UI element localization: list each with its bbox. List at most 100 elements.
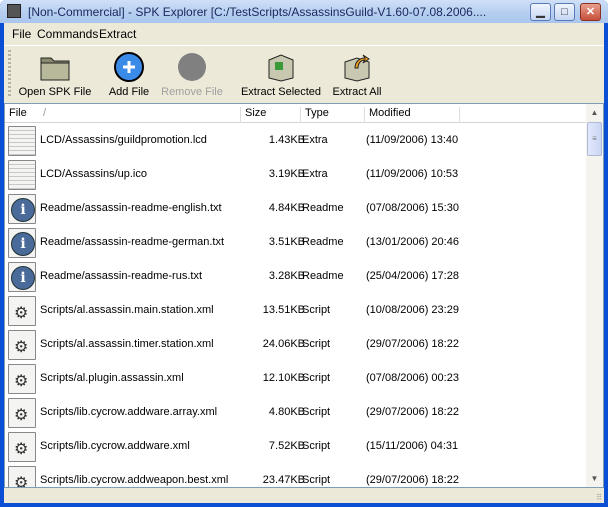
menu-file[interactable]: File	[12, 27, 31, 41]
readme-file-icon	[8, 194, 36, 224]
file-size: 4.84KB	[268, 202, 305, 214]
toolbar-grip[interactable]	[8, 50, 11, 98]
file-size: 3.51KB	[268, 236, 305, 248]
extract-all-button[interactable]: Extract All	[328, 46, 386, 102]
menu-extract[interactable]: Extract	[99, 27, 136, 41]
file-modified: (29/07/2006) 18:22	[366, 406, 459, 418]
file-name: Scripts/al.plugin.assassin.xml	[40, 372, 184, 384]
file-modified: (07/08/2006) 00:23	[366, 372, 459, 384]
column-file-label: File	[9, 107, 27, 119]
file-row[interactable]: Readme/assassin-readme-english.txt 4.84K…	[5, 192, 587, 226]
column-modified[interactable]: Modified	[365, 107, 460, 123]
file-type: Script	[302, 372, 331, 384]
file-name: Readme/assassin-readme-english.txt	[40, 202, 222, 214]
client-area: File Commands Extract Open SPK File Add …	[4, 23, 604, 503]
app-icon	[7, 4, 21, 18]
file-name: LCD/Assassins/up.ico	[40, 168, 147, 180]
file-size: 4.80KB	[268, 406, 305, 418]
file-row[interactable]: Scripts/al.assassin.main.station.xml 13.…	[5, 294, 587, 328]
file-row[interactable]: Scripts/lib.cycrow.addware.xml 7.52KB Sc…	[5, 430, 587, 464]
file-name: Readme/assassin-readme-rus.txt	[40, 270, 203, 282]
file-name: LCD/Assassins/guildpromotion.lcd	[40, 134, 207, 146]
close-button[interactable]: ✕	[580, 3, 601, 21]
extract-selected-label: Extract Selected	[240, 86, 322, 98]
file-row[interactable]: Readme/assassin-readme-rus.txt 3.28KB Re…	[5, 260, 587, 294]
file-name: Scripts/lib.cycrow.addware.array.xml	[40, 406, 218, 418]
maximize-button[interactable]: □	[554, 3, 575, 21]
column-type[interactable]: Type	[301, 107, 365, 123]
file-name: Readme/assassin-readme-german.txt	[40, 236, 225, 248]
title-bar[interactable]: [Non-Commercial] - SPK Explorer [C:/Test…	[0, 0, 608, 23]
file-size: 23.47KB	[262, 474, 305, 486]
extract-all-label: Extract All	[332, 86, 382, 98]
column-size[interactable]: Size	[241, 107, 301, 123]
file-type: Readme	[302, 236, 344, 248]
file-modified: (15/11/2006) 04:31	[366, 440, 459, 452]
file-name: Scripts/lib.cycrow.addware.xml	[40, 440, 190, 452]
file-modified: (29/07/2006) 18:22	[366, 474, 459, 486]
folder-icon	[40, 57, 70, 81]
column-file[interactable]: File /	[5, 107, 241, 123]
file-name: Scripts/al.assassin.main.station.xml	[40, 304, 214, 316]
file-list: File / Size Type Modified LCD/Assassins/g…	[4, 103, 604, 488]
sort-indicator: /	[43, 107, 47, 119]
file-type: Readme	[302, 270, 344, 282]
size-grip[interactable]: ⠿	[596, 493, 602, 502]
extra-file-icon	[8, 160, 36, 190]
add-file-button[interactable]: Add File	[104, 46, 154, 102]
extract-all-icon	[344, 54, 370, 82]
vertical-scrollbar[interactable]: ▲ ≡ ▼	[586, 104, 603, 487]
remove-file-button[interactable]: Remove File	[158, 46, 226, 102]
file-modified: (07/08/2006) 15:30	[366, 202, 459, 214]
readme-file-icon	[8, 262, 36, 292]
script-file-icon	[8, 364, 36, 394]
file-row[interactable]: Scripts/lib.cycrow.addweapon.best.xml 23…	[5, 464, 587, 487]
file-name: Scripts/lib.cycrow.addweapon.best.xml	[40, 474, 229, 486]
file-modified: (29/07/2006) 18:22	[366, 338, 459, 350]
status-bar: ⠿	[4, 489, 604, 503]
minimize-button[interactable]: ▁	[530, 3, 551, 21]
file-size: 1.43KB	[268, 134, 305, 146]
script-file-icon	[8, 466, 36, 487]
file-row[interactable]: Scripts/lib.cycrow.addware.array.xml 4.8…	[5, 396, 587, 430]
file-modified: (25/04/2006) 17:28	[366, 270, 459, 282]
file-size: 12.10KB	[262, 372, 305, 384]
file-modified: (11/09/2006) 10:53	[366, 168, 459, 180]
toolbar: Open SPK File Add File Remove File Extra…	[4, 45, 604, 101]
script-file-icon	[8, 296, 36, 326]
file-row[interactable]: LCD/Assassins/guildpromotion.lcd 1.43KB …	[5, 124, 587, 158]
list-header: File / Size Type Modified	[5, 104, 587, 123]
file-type: Script	[302, 304, 331, 316]
file-type: Extra	[302, 168, 328, 180]
remove-file-label: Remove File	[161, 86, 223, 98]
file-type: Script	[302, 474, 331, 486]
add-file-label: Add File	[108, 86, 150, 98]
menu-commands[interactable]: Commands	[37, 27, 98, 41]
add-icon	[114, 52, 144, 82]
file-row[interactable]: LCD/Assassins/up.ico 3.19KB Extra (11/09…	[5, 158, 587, 192]
script-file-icon	[8, 398, 36, 428]
file-modified: (10/08/2006) 23:29	[366, 304, 459, 316]
file-row[interactable]: Readme/assassin-readme-german.txt 3.51KB…	[5, 226, 587, 260]
file-size: 24.06KB	[262, 338, 305, 350]
file-modified: (13/01/2006) 20:46	[366, 236, 459, 248]
open-spk-file-label: Open SPK File	[18, 86, 92, 98]
app-window: [Non-Commercial] - SPK Explorer [C:/Test…	[0, 0, 608, 507]
extract-selected-button[interactable]: Extract Selected	[238, 46, 324, 102]
scroll-up-button[interactable]: ▲	[586, 104, 603, 121]
file-type: Script	[302, 338, 331, 350]
script-file-icon	[8, 330, 36, 360]
extra-file-icon	[8, 126, 36, 156]
file-modified: (11/09/2006) 13:40	[366, 134, 459, 146]
file-row[interactable]: Scripts/al.plugin.assassin.xml 12.10KB S…	[5, 362, 587, 396]
file-type: Readme	[302, 202, 344, 214]
extract-selected-icon	[268, 54, 294, 82]
file-type: Script	[302, 440, 331, 452]
file-size: 7.52KB	[268, 440, 305, 452]
readme-file-icon	[8, 228, 36, 258]
scroll-down-button[interactable]: ▼	[586, 470, 603, 487]
scroll-thumb[interactable]: ≡	[587, 122, 602, 156]
file-row[interactable]: Scripts/al.assassin.timer.station.xml 24…	[5, 328, 587, 362]
file-size: 13.51KB	[262, 304, 305, 316]
open-spk-file-button[interactable]: Open SPK File	[16, 46, 94, 102]
